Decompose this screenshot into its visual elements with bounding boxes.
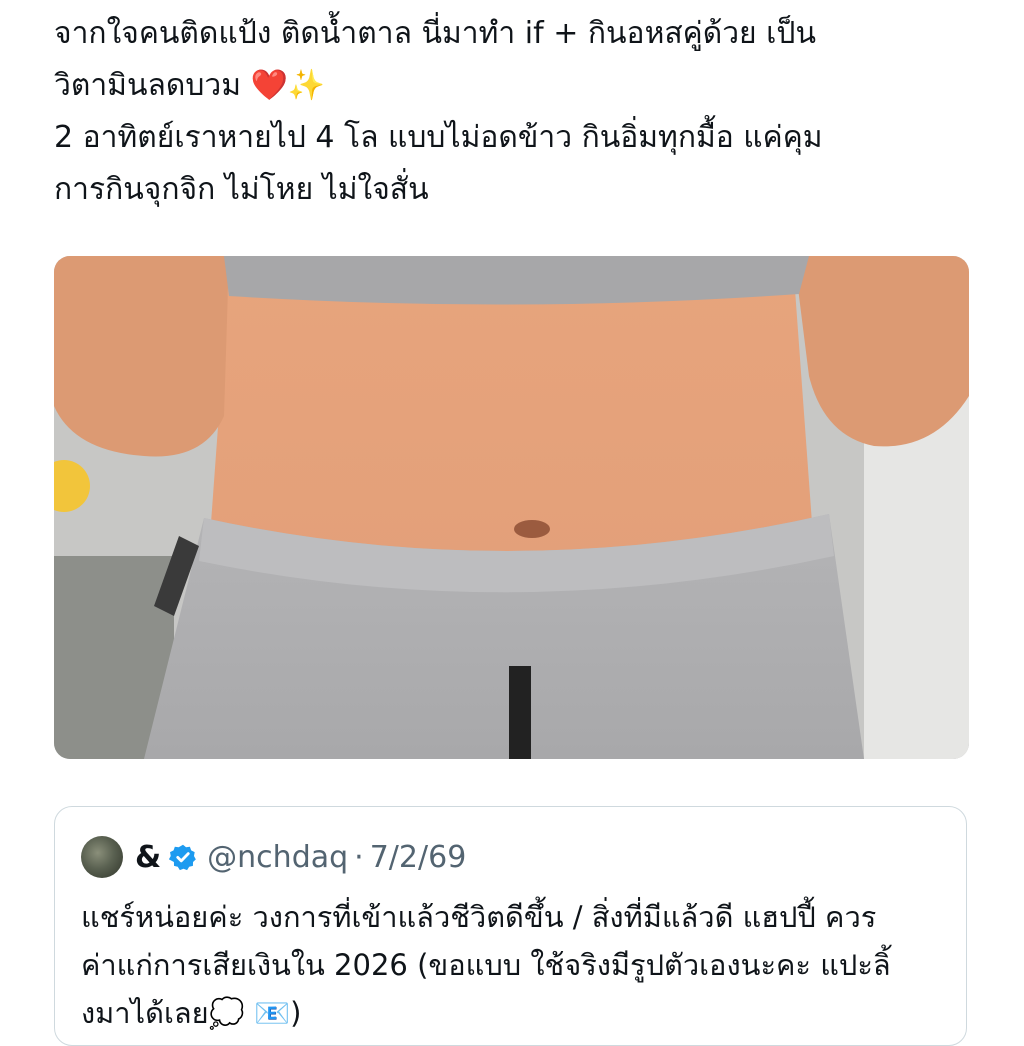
photo-illustration — [54, 256, 969, 759]
closing-paren: ) — [290, 996, 302, 1030]
quoted-line-text: งมาได้เลย — [81, 996, 209, 1030]
quoted-post-card[interactable]: & @nchdaq · 7/2/69 แชร์หน่อยค่ะ วงการที่… — [54, 806, 967, 1046]
post-photo[interactable] — [54, 256, 969, 759]
post-text: จากใจคนติดแป้ง ติดน้ำตาล นี่มาทำ if + กิ… — [54, 8, 974, 216]
sparkles-icon: ✨ — [287, 68, 326, 103]
avatar[interactable] — [81, 836, 123, 878]
verified-badge-icon — [169, 844, 197, 871]
quoted-post-text: แชร์หน่อยค่ะ วงการที่เข้าแล้วชีวิตดีขึ้น… — [81, 893, 951, 1037]
quoted-post-header: & @nchdaq · 7/2/69 — [81, 835, 466, 879]
thought-bubble-icon: 💭 — [208, 996, 245, 1030]
post-line: วิตามินลดบวม ❤️✨ — [54, 60, 974, 112]
separator: · — [354, 839, 364, 875]
quoted-line: งมาได้เลย💭 📧) — [81, 989, 951, 1037]
quoted-line: ค่าแก่การเสียเงินใน 2026 (ขอแบบ ใช้จริงม… — [81, 948, 891, 982]
post-line: 2 อาทิตย์เราหายไป 4 โล แบบไม่อดข้าว กินอ… — [54, 120, 823, 155]
post-line: จากใจคนติดแป้ง ติดน้ำตาล นี่มาทำ if + กิ… — [54, 16, 816, 51]
envelope-icon: 📧 — [253, 996, 291, 1030]
display-name[interactable]: & — [135, 840, 161, 875]
post-line: การกินจุกจิก ไม่โหย ไม่ใจสั่น — [54, 172, 429, 207]
quoted-line: แชร์หน่อยค่ะ วงการที่เข้าแล้วชีวิตดีขึ้น… — [81, 900, 877, 934]
post-line-text: วิตามินลดบวม — [54, 68, 241, 103]
heart-icon: ❤️ — [250, 68, 288, 103]
post-date[interactable]: 7/2/69 — [370, 840, 467, 875]
handle[interactable]: @nchdaq — [207, 840, 348, 875]
